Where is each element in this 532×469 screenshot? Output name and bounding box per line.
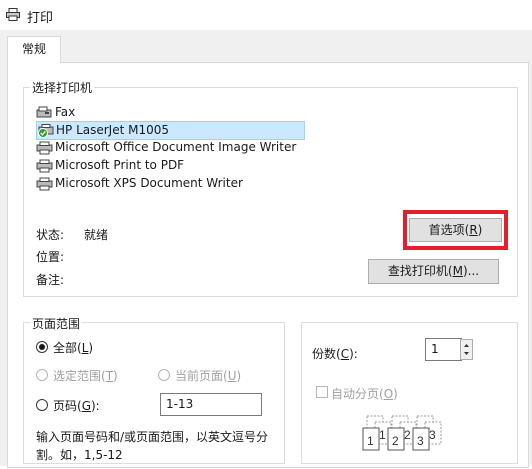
find-printer-button[interactable]: 查找打印机(M)... [368,259,499,284]
page-range-pages-text: 页码( [53,399,82,413]
svg-text:1: 1 [379,428,386,442]
page-range-selection-label[interactable]: 选定范围(T) [53,367,118,384]
svg-text:3: 3 [429,428,436,442]
copies-input[interactable]: 1 [425,338,462,361]
page-range-all-radio[interactable] [36,341,48,353]
collate-preview-icon: 123 123 [357,412,462,466]
page-range-all-suffix: ) [88,341,94,355]
printer-name: Microsoft XPS Document Writer [55,176,243,190]
find-printer-button-suffix: )... [462,264,480,278]
copies-text: 份数( [312,347,341,361]
spin-arrows-icon [464,344,469,355]
comment-label: 备注: [36,273,65,287]
page-range-selection-text: 选定范围( [53,369,106,383]
svg-text:2: 2 [404,428,411,442]
title-bar: 打印 [0,0,532,30]
printer-icon [36,141,54,155]
page-range-group-label: 页面范围 [30,315,83,332]
tab-general[interactable]: 常规 [7,36,61,63]
printer-icon [6,8,20,21]
highlight-annotation-box [403,210,508,250]
copies-spinner[interactable] [460,339,473,360]
page-range-current-suffix: ) [236,369,242,383]
page-range-pages-radio[interactable] [36,399,48,411]
printer-name: Fax [55,105,76,119]
collate-label[interactable]: 自动分页(O) [331,385,398,402]
printer-default-icon [37,123,55,138]
printer-item-hp-laserjet[interactable]: HP LaserJet M1005 [36,121,305,140]
page-range-all-label[interactable]: 全部(L) [53,339,93,356]
printer-name: Microsoft Office Document Image Writer [55,140,297,154]
page-range-current-radio[interactable] [158,369,170,381]
find-printer-button-key: M [452,264,463,278]
copies-label: 份数(C): [312,345,358,362]
page-range-current-label[interactable]: 当前页面(U) [175,367,241,384]
printer-item-xps-writer[interactable]: Microsoft XPS Document Writer [36,175,243,192]
collate-suffix: ) [393,387,398,401]
printer-icon [36,177,54,191]
page-range-selection-suffix: ) [113,369,118,383]
page-range-pages-key: G [81,399,91,413]
page-range-hint-line2: 割。如，1,5-12 [36,448,123,462]
svg-text:3: 3 [417,434,424,448]
collate-checkbox[interactable] [316,386,328,398]
printer-item-fax[interactable]: Fax [36,104,75,121]
location-label: 位置: [36,250,65,264]
page-range-current-text: 当前页面( [175,369,228,383]
printer-name: Microsoft Print to PDF [55,158,185,172]
copies-key: C [340,347,350,361]
page-range-input[interactable]: 1-13 [160,393,262,416]
printer-name: HP LaserJet M1005 [56,123,170,137]
window-title: 打印 [27,11,54,26]
printer-item-office-image-writer[interactable]: Microsoft Office Document Image Writer [36,139,296,156]
printer-item-print-to-pdf[interactable]: Microsoft Print to PDF [36,157,184,174]
page-range-pages-suffix: ): [91,399,100,413]
page-range-selection-key: T [105,369,114,383]
collate-key: O [383,387,394,401]
svg-text:2: 2 [392,434,399,448]
copies-suffix: ): [349,347,358,361]
fax-icon [36,106,54,120]
status-value: 就绪 [84,228,109,242]
printer-icon [36,159,54,173]
status-label: 状态: [36,228,65,242]
svg-text:1: 1 [367,434,374,448]
page-range-pages-label[interactable]: 页码(G): [53,397,100,414]
page-range-all-text: 全部( [53,341,82,355]
collate-text: 自动分页( [331,387,384,401]
printer-list[interactable]: Fax HP LaserJet M1005 Microsoft Office D… [36,104,476,194]
select-printer-group-label: 选择打印机 [30,79,95,96]
page-range-hint-line1: 输入页面号码和/或页面范围，以英文逗号分 [36,430,269,444]
find-printer-button-text: 查找打印机( [387,264,453,278]
page-range-selection-radio[interactable] [36,369,48,381]
